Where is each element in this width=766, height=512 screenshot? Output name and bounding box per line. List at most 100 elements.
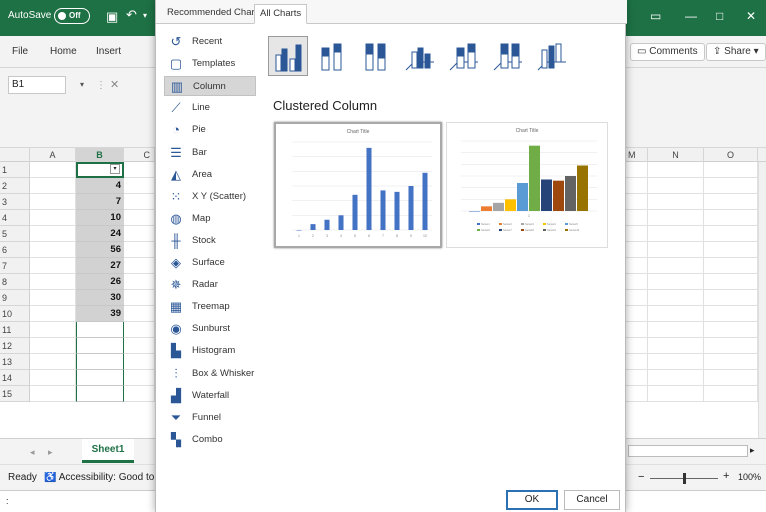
3d-clustered-column-subtype[interactable] — [400, 36, 440, 76]
row-header[interactable]: 9 — [0, 290, 30, 306]
scroll-right-icon[interactable]: ▸ — [750, 445, 755, 456]
cell-n[interactable] — [648, 338, 704, 354]
chart-category-combo[interactable]: ▚ Combo — [164, 430, 256, 450]
row-header[interactable]: 3 — [0, 194, 30, 210]
ok-button[interactable]: OK — [506, 490, 558, 510]
column-header-c[interactable]: C — [124, 148, 155, 162]
zoom-in-icon[interactable]: + — [723, 470, 729, 482]
cell-b[interactable] — [76, 370, 124, 386]
cell-c[interactable] — [124, 194, 155, 210]
chart-category-area[interactable]: ◭ Area — [164, 165, 256, 185]
cell-o[interactable] — [704, 386, 758, 402]
cell-n[interactable] — [648, 258, 704, 274]
cell-b[interactable] — [76, 322, 124, 338]
cell-o[interactable] — [704, 370, 758, 386]
cell-c[interactable] — [124, 210, 155, 226]
chart-category-templates[interactable]: ▢ Templates — [164, 54, 256, 74]
column-header-b[interactable]: B — [76, 148, 124, 162]
cell-o[interactable] — [704, 290, 758, 306]
maximize-icon[interactable]: □ — [716, 9, 723, 23]
3d-column-subtype[interactable] — [532, 36, 572, 76]
filter-dropdown-icon[interactable]: ▾ — [110, 164, 120, 174]
row-header[interactable]: 1 — [0, 162, 30, 178]
cell-a[interactable] — [30, 226, 76, 242]
chart-category-x-y-scatter[interactable]: ⁙ X Y (Scatter) — [164, 187, 256, 207]
cell-m[interactable] — [626, 162, 648, 178]
cell-n[interactable] — [648, 226, 704, 242]
cell-b[interactable]: 39 — [76, 306, 124, 322]
cell-b[interactable]: 10 — [76, 210, 124, 226]
cell-o[interactable] — [704, 306, 758, 322]
3d-stacked-column-subtype[interactable] — [444, 36, 484, 76]
chart-category-map[interactable]: ◍ Map — [164, 209, 256, 229]
cell-a[interactable] — [30, 338, 76, 354]
zoom-slider-thumb[interactable] — [683, 473, 686, 484]
undo-icon[interactable]: ↶ — [126, 7, 137, 23]
cell-c[interactable] — [124, 354, 155, 370]
cell-b[interactable]: 24 — [76, 226, 124, 242]
cell-m[interactable] — [626, 386, 648, 402]
cell-m[interactable] — [626, 290, 648, 306]
cell-a[interactable] — [30, 290, 76, 306]
column-header-a[interactable]: A — [30, 148, 76, 162]
cell-b[interactable]: 27 — [76, 258, 124, 274]
cell-m[interactable] — [626, 258, 648, 274]
chart-category-funnel[interactable]: ⏷ Funnel — [164, 408, 256, 428]
cell-c[interactable] — [124, 290, 155, 306]
tab-recommended-charts[interactable]: Recommended Charts — [162, 4, 267, 24]
cell-a[interactable] — [30, 306, 76, 322]
cell-b[interactable]: 26 — [76, 274, 124, 290]
sheet-prev-icon[interactable]: ◂ — [30, 447, 35, 458]
row-header[interactable]: 7 — [0, 258, 30, 274]
cell-b[interactable]: 30 — [76, 290, 124, 306]
cell-m[interactable] — [626, 210, 648, 226]
cell-c[interactable] — [124, 274, 155, 290]
cell-c[interactable] — [124, 162, 155, 178]
cell-a[interactable] — [30, 258, 76, 274]
cell-b[interactable]: 4 — [76, 178, 124, 194]
cell-c[interactable] — [124, 258, 155, 274]
chart-category-waterfall[interactable]: ▟ Waterfall — [164, 386, 256, 406]
cell-a[interactable] — [30, 242, 76, 258]
cell-c[interactable] — [124, 306, 155, 322]
cell-a[interactable] — [30, 370, 76, 386]
cell-m[interactable] — [626, 370, 648, 386]
cell-o[interactable] — [704, 226, 758, 242]
cell-c[interactable] — [124, 370, 155, 386]
row-header[interactable]: 11 — [0, 322, 30, 338]
sheet-tab-sheet1[interactable]: Sheet1 — [82, 439, 134, 463]
cell-n[interactable] — [648, 322, 704, 338]
cell-b[interactable]: 56 — [76, 242, 124, 258]
row-header[interactable]: 14 — [0, 370, 30, 386]
cell-n[interactable] — [648, 162, 704, 178]
row-header[interactable]: 13 — [0, 354, 30, 370]
row-header[interactable]: 6 — [0, 242, 30, 258]
cell-c[interactable] — [124, 226, 155, 242]
cell-a[interactable] — [30, 178, 76, 194]
cell-o[interactable] — [704, 194, 758, 210]
percent-stacked-column-subtype[interactable] — [356, 36, 396, 76]
cell-o[interactable] — [704, 354, 758, 370]
zoom-level[interactable]: 100% — [738, 472, 761, 482]
tab-file[interactable]: File — [12, 46, 28, 57]
cell-n[interactable] — [648, 370, 704, 386]
cell-c[interactable] — [124, 322, 155, 338]
cell-c[interactable] — [124, 242, 155, 258]
row-header[interactable]: 15 — [0, 386, 30, 402]
cell-n[interactable] — [648, 210, 704, 226]
comments-button[interactable]: ▭ Comments — [630, 43, 705, 61]
row-header[interactable]: 5 — [0, 226, 30, 242]
row-header[interactable]: 10 — [0, 306, 30, 322]
chart-preview-2[interactable]: Chart Title Series1 Series2 Series3 Series4… — [446, 122, 608, 248]
share-button[interactable]: ⇪ Share ▾ — [706, 43, 766, 61]
chart-category-radar[interactable]: ✵ Radar — [164, 275, 256, 295]
chart-category-histogram[interactable]: ▙ Histogram — [164, 341, 256, 361]
cell-o[interactable] — [704, 338, 758, 354]
chart-category-surface[interactable]: ◈ Surface — [164, 253, 256, 273]
cell-m[interactable] — [626, 274, 648, 290]
cell-o[interactable] — [704, 274, 758, 290]
close-icon[interactable]: ✕ — [746, 9, 756, 23]
cell-o[interactable] — [704, 210, 758, 226]
cell-n[interactable] — [648, 178, 704, 194]
clustered-column-subtype[interactable] — [268, 36, 308, 76]
